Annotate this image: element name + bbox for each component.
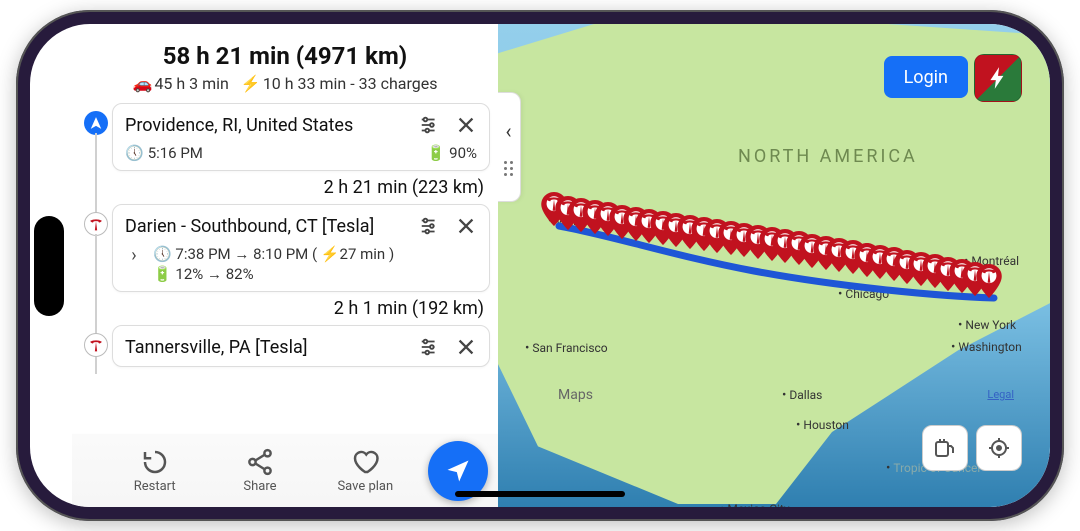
stop-card[interactable]: Providence, RI, United States 🕔5:16 PM 🔋… — [112, 103, 490, 171]
city-label: Washington — [951, 340, 1022, 355]
battery-icon: 🔋 — [153, 265, 172, 283]
leg-summary: 2 h 21 min (223 km) — [112, 171, 490, 204]
trip-summary-title: 58 h 21 min (4971 km) — [90, 42, 480, 70]
car-icon: 🚗 — [133, 74, 153, 93]
city-label: San Francisco — [525, 341, 608, 356]
itinerary-panel: 58 h 21 min (4971 km) 🚗45 h 3 min ⚡10 h … — [30, 24, 498, 507]
stop-name: Tannersville, PA [Tesla] — [125, 337, 411, 358]
tesla-marker-icon — [84, 212, 108, 236]
stop-row: Providence, RI, United States 🕔5:16 PM 🔋… — [84, 103, 490, 204]
charger-pin-icon[interactable] — [976, 264, 1002, 298]
city-label: Houston — [796, 418, 849, 433]
trip-summary-subtitle: 🚗45 h 3 min ⚡10 h 33 min - 33 charges — [90, 74, 480, 93]
city-label: Chicago — [838, 287, 889, 302]
map-view[interactable]: NORTH AMERICA VancouverChicagoMontréalNe… — [498, 24, 1050, 507]
collapse-panel-button[interactable]: ‹ — [498, 92, 521, 202]
stop-card[interactable]: Tannersville, PA [Tesla] — [112, 325, 490, 367]
tesla-marker-icon — [84, 333, 108, 357]
bottom-toolbar: Restart Share Save plan — [72, 433, 498, 507]
share-button[interactable]: Share — [207, 447, 312, 494]
chevron-left-icon: ‹ — [505, 119, 511, 143]
leg-summary: 2 h 1 min (192 km) — [112, 292, 490, 325]
stop-name: Darien - Southbound, CT [Tesla] — [125, 216, 411, 237]
close-icon[interactable] — [455, 336, 477, 358]
charger-filter-button[interactable] — [922, 425, 968, 471]
city-label: New York — [958, 318, 1016, 333]
bolt-icon: ⚡ — [321, 245, 340, 263]
legal-link[interactable]: Legal — [987, 388, 1014, 401]
city-label: Mexico City — [720, 502, 790, 507]
clock-icon: 🕔 — [153, 245, 172, 263]
continent-label: NORTH AMERICA — [738, 146, 918, 167]
maps-attribution: Maps — [558, 387, 593, 403]
login-button[interactable]: Login — [884, 56, 968, 98]
battery-icon: 🔋 — [426, 144, 445, 162]
clock-icon: 🕔 — [125, 144, 144, 162]
chevron-right-icon[interactable]: › — [125, 245, 143, 266]
close-icon[interactable] — [455, 114, 477, 136]
stop-name: Providence, RI, United States — [125, 115, 411, 136]
stop-row: Darien - Southbound, CT [Tesla] › 🕔 — [84, 204, 490, 325]
close-icon[interactable] — [455, 215, 477, 237]
stop-row: Tannersville, PA [Tesla] — [84, 325, 490, 367]
stop-card[interactable]: Darien - Southbound, CT [Tesla] › 🕔 — [112, 204, 490, 292]
settings-icon[interactable] — [419, 336, 441, 358]
restart-button[interactable]: Restart — [102, 447, 207, 494]
city-label: Dallas — [782, 388, 822, 403]
settings-icon[interactable] — [419, 215, 441, 237]
settings-icon[interactable] — [419, 114, 441, 136]
start-marker-icon — [84, 111, 108, 135]
trip-summary: 58 h 21 min (4971 km) 🚗45 h 3 min ⚡10 h … — [72, 24, 498, 103]
device-notch — [34, 216, 64, 316]
bolt-icon: ⚡ — [241, 74, 261, 93]
app-logo-icon[interactable] — [974, 54, 1022, 102]
locate-me-button[interactable] — [976, 425, 1022, 471]
save-plan-button[interactable]: Save plan — [313, 447, 418, 494]
drag-handle-icon — [504, 161, 513, 176]
home-indicator — [455, 491, 625, 497]
